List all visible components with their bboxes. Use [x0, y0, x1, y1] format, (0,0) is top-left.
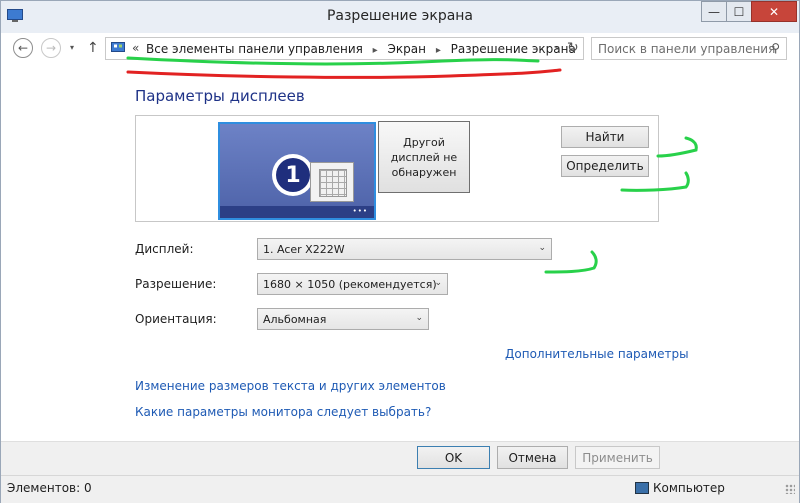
resolution-label: Разрешение: [135, 277, 217, 291]
address-overflow-chevron[interactable]: « [132, 41, 139, 55]
display-arrangement-area: 1 ••• Другой дисплей не обнаружен Найти … [135, 115, 659, 222]
orientation-label: Ориентация: [135, 312, 217, 326]
status-bar: Элементов: 0 Компьютер [1, 475, 799, 503]
orientation-select[interactable]: Альбомная ⌄ [257, 308, 429, 330]
breadcrumb-separator-icon[interactable]: ▸ [373, 45, 378, 56]
monitor-1-tile[interactable]: 1 ••• [218, 122, 376, 220]
orientation-select-value: Альбомная [263, 313, 327, 326]
chevron-down-icon: ⌄ [434, 278, 442, 288]
page-title: Параметры дисплеев [135, 87, 305, 105]
status-location: Компьютер [635, 481, 725, 495]
apply-button[interactable]: Применить [575, 446, 660, 469]
search-input[interactable]: Поиск в панели управления [598, 42, 775, 56]
advanced-settings-link[interactable]: Дополнительные параметры [505, 347, 689, 361]
search-icon[interactable]: ⚲ [771, 41, 780, 55]
monitor-number-badge: 1 [272, 154, 314, 196]
recent-locations-icon[interactable]: ▾ [70, 43, 74, 52]
cancel-button[interactable]: Отмена [497, 446, 568, 469]
status-location-label: Компьютер [653, 481, 725, 495]
address-bar[interactable]: « Все элементы панели управления ▸ Экран… [105, 37, 584, 60]
breadcrumb-item-display[interactable]: Экран [388, 42, 426, 56]
title-bar[interactable]: Разрешение экрана — ☐ ✕ [1, 1, 799, 33]
search-box[interactable]: Поиск в панели управления ⚲ [591, 37, 787, 60]
control-panel-window: Разрешение экрана — ☐ ✕ ← → ▾ ↑ « Все эл… [0, 0, 800, 503]
maximize-button[interactable]: ☐ [726, 1, 752, 22]
display-select[interactable]: 1. Acer X222W ⌄ [257, 238, 552, 260]
display-select-value: 1. Acer X222W [263, 243, 345, 256]
ok-button[interactable]: OK [417, 446, 490, 469]
breadcrumb-item-all-control-panel-items[interactable]: Все элементы панели управления [146, 42, 363, 56]
monitor-dots: ••• [352, 207, 368, 215]
breadcrumb-separator-icon[interactable]: ▸ [436, 45, 441, 56]
display-label: Дисплей: [135, 242, 194, 256]
breadcrumb: Все элементы панели управления ▸ Экран ▸… [146, 42, 576, 56]
forward-button[interactable]: → [41, 38, 61, 58]
monitor-taskbar: ••• [220, 206, 374, 218]
identify-button[interactable]: Определить [561, 155, 649, 177]
resolution-select-value: 1680 × 1050 (рекомендуется) [263, 278, 437, 291]
monitor-number: 1 [276, 158, 310, 192]
monitor-2-tile[interactable]: Другой дисплей не обнаружен [378, 121, 470, 193]
main-content: Параметры дисплеев 1 ••• Другой дисплей … [1, 63, 799, 441]
control-panel-icon [111, 42, 125, 52]
up-button[interactable]: ↑ [87, 40, 99, 56]
find-button[interactable]: Найти [561, 126, 649, 148]
item-count: Элементов: 0 [7, 481, 92, 495]
resolution-select[interactable]: 1680 × 1050 (рекомендуется) ⌄ [257, 273, 448, 295]
back-button[interactable]: ← [13, 38, 33, 58]
text-size-link[interactable]: Изменение размеров текста и других элеме… [135, 379, 446, 393]
window-title: Разрешение экрана [326, 8, 474, 24]
minimize-button[interactable]: — [701, 1, 727, 22]
navigation-bar: ← → ▾ ↑ « Все элементы панели управления… [1, 33, 799, 63]
address-dropdown-icon[interactable]: ⌄ [553, 41, 561, 52]
window-grid-icon [310, 162, 354, 202]
chevron-down-icon: ⌄ [415, 313, 423, 323]
chevron-down-icon: ⌄ [538, 243, 546, 253]
close-button[interactable]: ✕ [751, 1, 797, 22]
refresh-icon[interactable]: ↻ [567, 40, 579, 56]
monitor-settings-help-link[interactable]: Какие параметры монитора следует выбрать… [135, 405, 431, 419]
resize-grip[interactable] [785, 484, 795, 494]
computer-icon [635, 482, 649, 494]
dialog-footer: OK Отмена Применить [1, 441, 799, 476]
